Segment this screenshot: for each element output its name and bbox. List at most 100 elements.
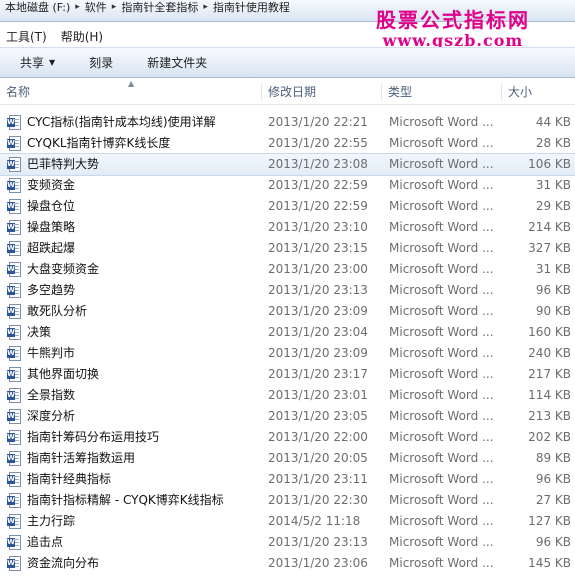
menu-tools[interactable]: 工具(T) [0, 28, 55, 45]
new-folder-button[interactable]: 新建文件夹 [127, 54, 221, 71]
file-date: 2013/1/20 23:00 [268, 262, 368, 276]
file-type: Microsoft Word ... [389, 451, 494, 465]
sort-ascending-icon: ▲ [128, 79, 135, 88]
column-header-name[interactable]: 名称 [0, 79, 30, 105]
breadcrumb-separator-icon[interactable]: ▸ [73, 2, 82, 12]
new-folder-button-label: 新建文件夹 [147, 56, 208, 70]
file-type: Microsoft Word ... [389, 409, 494, 423]
file-size: 89 KB [535, 451, 571, 465]
file-row[interactable]: W 指南针指标精解 - CYQK博弈K线指标 2013/1/20 22:30 Micr… [0, 490, 575, 511]
file-name: 主力行踪 [27, 514, 76, 528]
word-document-icon: W [7, 451, 21, 466]
file-row[interactable]: W 指南针筹码分布运用技巧 2013/1/20 22:00 Microsoft Wor… [0, 427, 575, 448]
file-name: 指南针经典指标 [27, 472, 112, 486]
file-name: 大盘变频资金 [27, 262, 100, 276]
file-row[interactable]: W 操盘策略 2013/1/20 23:10 Microsoft Word ... 21… [0, 217, 575, 238]
file-row[interactable]: W 追击点 2013/1/20 23:13 Microsoft Word ... 96 … [0, 532, 575, 553]
file-date: 2013/1/20 23:13 [268, 535, 368, 549]
file-name: 牛熊判市 [27, 346, 76, 360]
file-date: 2013/1/20 23:13 [268, 283, 368, 297]
word-document-icon: W [7, 283, 21, 298]
file-name-cell: W 指南针经典指标 [7, 469, 111, 490]
file-row[interactable]: W 操盘仓位 2013/1/20 22:59 Microsoft Word ... 29… [0, 196, 575, 217]
file-row[interactable]: W 决策 2013/1/20 23:04 Microsoft Word ... 160 … [0, 322, 575, 343]
breadcrumb-drive[interactable]: 本地磁盘 (F:) [2, 0, 73, 14]
file-size: 28 KB [535, 136, 571, 150]
file-name: 敢死队分析 [27, 304, 88, 318]
column-header: ▲ 名称 修改日期 类型 大小 [0, 79, 575, 105]
breadcrumb-indicators[interactable]: 指南针全套指标 [118, 0, 201, 14]
file-type: Microsoft Word ... [389, 556, 494, 570]
column-header-size[interactable]: 大小 [502, 79, 532, 105]
file-row[interactable]: W CYQKL指南针博弈K线长度 2013/1/20 22:55 Microsoft … [0, 133, 575, 154]
file-date: 2013/1/20 22:59 [268, 199, 368, 213]
file-name-cell: W CYC指标(指南针成本均线)使用详解 [7, 112, 216, 133]
file-name: 指南针活筹指数运用 [27, 451, 136, 465]
word-document-icon: W [7, 157, 21, 172]
file-row[interactable]: W 大盘变频资金 2013/1/20 23:00 Microsoft Word ...… [0, 259, 575, 280]
breadcrumb-separator-icon[interactable]: ▸ [110, 2, 119, 12]
file-row[interactable]: W 深度分析 2013/1/20 23:05 Microsoft Word ... 21… [0, 406, 575, 427]
file-row[interactable]: W 指南针经典指标 2013/1/20 23:11 Microsoft Word ..… [0, 469, 575, 490]
burn-button[interactable]: 刻录 [69, 54, 127, 71]
file-row[interactable]: W 敢死队分析 2013/1/20 23:09 Microsoft Word ... 9… [0, 301, 575, 322]
breadcrumb-separator-icon[interactable]: ▸ [201, 2, 210, 12]
file-type: Microsoft Word ... [389, 199, 494, 213]
file-row[interactable]: W 主力行踪 2014/5/2 11:18 Microsoft Word ... 127… [0, 511, 575, 532]
breadcrumb-tutorials[interactable]: 指南针使用教程 [210, 0, 293, 14]
file-name: 资金流向分布 [27, 556, 100, 570]
file-name-cell: W 操盘仓位 [7, 196, 75, 217]
file-date: 2013/1/20 22:00 [268, 430, 368, 444]
file-name-cell: W 指南针活筹指数运用 [7, 448, 135, 469]
file-type: Microsoft Word ... [389, 157, 494, 171]
file-date: 2013/1/20 23:08 [268, 157, 368, 171]
file-name: 指南针筹码分布运用技巧 [27, 430, 160, 444]
share-button[interactable]: 共享 ▼ [0, 54, 69, 71]
column-header-date[interactable]: 修改日期 [262, 79, 316, 105]
file-row[interactable]: W 其他界面切换 2013/1/20 23:17 Microsoft Word ...… [0, 364, 575, 385]
dropdown-caret-icon: ▼ [49, 58, 56, 67]
menu-help[interactable]: 帮助(H) [55, 28, 111, 45]
file-row[interactable]: W 资金流向分布 2013/1/20 23:06 Microsoft Word ...… [0, 553, 575, 574]
file-type: Microsoft Word ... [389, 304, 494, 318]
file-name: 深度分析 [27, 409, 76, 423]
file-row[interactable]: W 巴菲特判大势 2013/1/20 23:08 Microsoft Word ...… [0, 153, 575, 176]
file-type: Microsoft Word ... [389, 220, 494, 234]
file-name-cell: W 其他界面切换 [7, 364, 99, 385]
word-document-icon: W [7, 388, 21, 403]
file-date: 2013/1/20 23:06 [268, 556, 368, 570]
watermark: 股票公式指标网 www.gszb.com [339, 9, 567, 50]
file-size: 31 KB [535, 262, 571, 276]
file-size: 31 KB [535, 178, 571, 192]
file-type: Microsoft Word ... [389, 136, 494, 150]
word-document-icon: W [7, 199, 21, 214]
file-type: Microsoft Word ... [389, 262, 494, 276]
file-name-cell: W 追击点 [7, 532, 63, 553]
file-date: 2013/1/20 22:30 [268, 493, 368, 507]
file-type: Microsoft Word ... [389, 430, 494, 444]
file-type: Microsoft Word ... [389, 493, 494, 507]
file-date: 2013/1/20 23:17 [268, 367, 368, 381]
file-date: 2013/1/20 22:59 [268, 178, 368, 192]
file-row[interactable]: W 全景指数 2013/1/20 23:01 Microsoft Word ... 11… [0, 385, 575, 406]
word-document-icon: W [7, 241, 21, 256]
file-row[interactable]: W 变频资金 2013/1/20 22:59 Microsoft Word ... 31… [0, 175, 575, 196]
word-document-icon: W [7, 367, 21, 382]
file-name-cell: W 多空趋势 [7, 280, 75, 301]
menu-bar: 工具(T) 帮助(H) [0, 26, 350, 46]
breadcrumb-software[interactable]: 软件 [82, 0, 110, 14]
file-row[interactable]: W 超跌起爆 2013/1/20 23:15 Microsoft Word ... 32… [0, 238, 575, 259]
word-document-icon: W [7, 409, 21, 424]
file-row[interactable]: W CYC指标(指南针成本均线)使用详解 2013/1/20 22:21 Micros… [0, 112, 575, 133]
file-type: Microsoft Word ... [389, 367, 494, 381]
file-row[interactable]: W 牛熊判市 2013/1/20 23:09 Microsoft Word ... 24… [0, 343, 575, 364]
file-date: 2013/1/20 23:05 [268, 409, 368, 423]
column-header-type[interactable]: 类型 [382, 79, 412, 105]
share-button-label: 共享 [20, 56, 45, 70]
file-row[interactable]: W 多空趋势 2013/1/20 23:13 Microsoft Word ... 96… [0, 280, 575, 301]
file-row[interactable]: W 指南针活筹指数运用 2013/1/20 20:05 Microsoft Word … [0, 448, 575, 469]
file-type: Microsoft Word ... [389, 388, 494, 402]
word-document-icon: W [7, 178, 21, 193]
file-size: 29 KB [535, 199, 571, 213]
word-document-icon: W [7, 220, 21, 235]
